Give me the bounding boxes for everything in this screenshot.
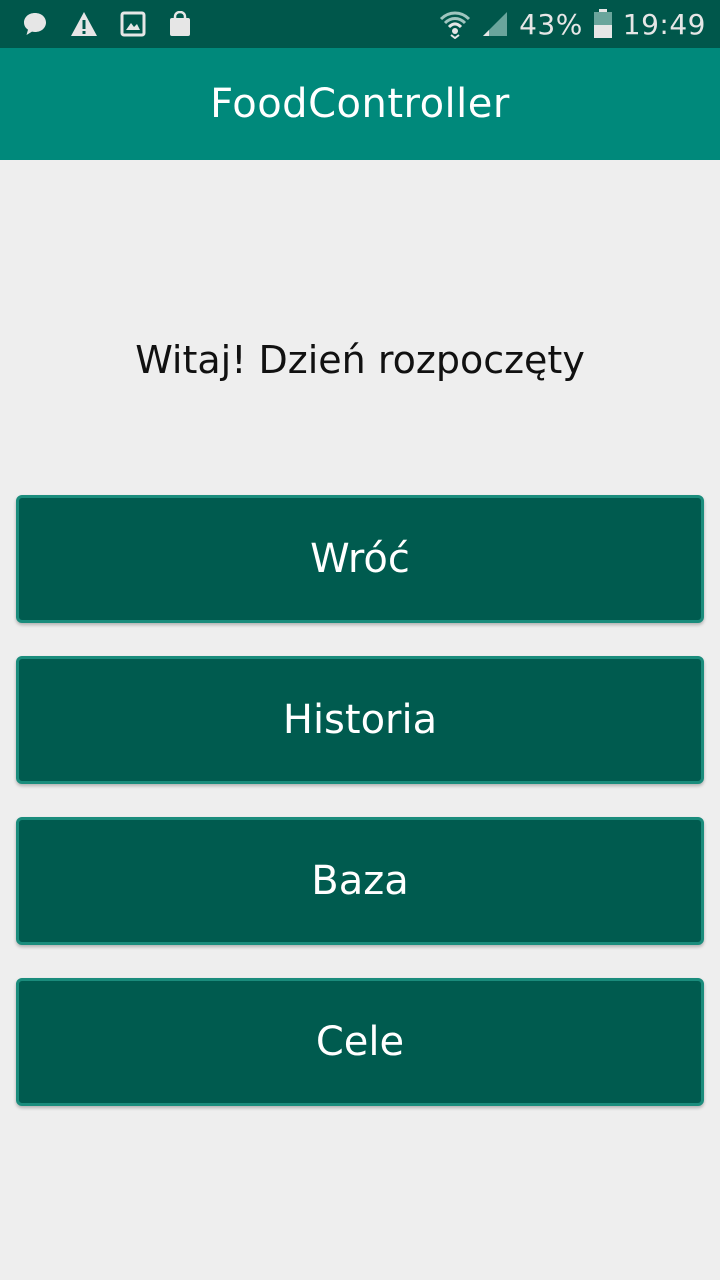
status-bar-system: 43% 19:49 [429, 8, 706, 41]
database-button[interactable]: Baza [16, 817, 704, 945]
battery-percent: 43% [519, 7, 583, 41]
status-bar-notifications [22, 11, 214, 37]
goals-button[interactable]: Cele [16, 978, 704, 1106]
shopping-bag-icon [168, 11, 192, 37]
greeting-text: Witaj! Dzień rozpoczęty [135, 338, 585, 382]
back-button[interactable]: Wróć [16, 495, 704, 623]
signal-icon [481, 10, 509, 38]
app-title: FoodController [210, 81, 510, 127]
history-button[interactable]: Historia [16, 656, 704, 784]
status-bar: 43% 19:49 [0, 0, 720, 48]
battery-icon [593, 9, 613, 39]
chat-bubble-icon [22, 11, 48, 37]
warning-icon [70, 11, 98, 37]
app-bar: FoodController [0, 48, 720, 160]
status-time: 19:49 [622, 7, 706, 41]
image-icon [120, 11, 146, 37]
wifi-icon [439, 9, 471, 39]
